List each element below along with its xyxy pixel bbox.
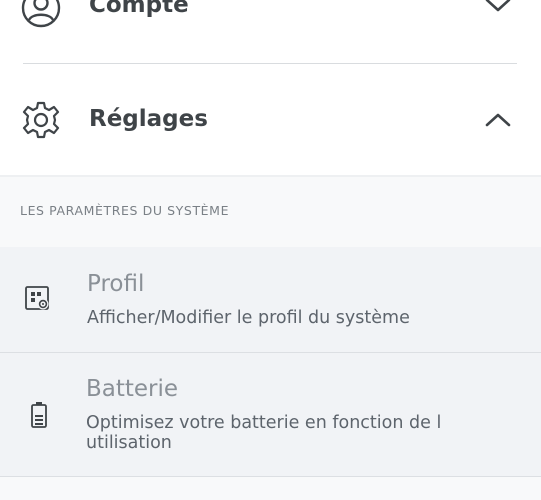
gear-icon [22, 101, 60, 139]
chevron-up-icon[interactable] [484, 111, 512, 129]
panel-bottom [0, 477, 541, 500]
battery-icon [31, 402, 47, 428]
profile-description: Afficher/Modifier le profil du système [87, 308, 410, 328]
chevron-down-icon[interactable] [484, 0, 512, 14]
menu-item-settings-label: Réglages [89, 106, 208, 132]
battery-description: Optimisez votre batterie en fonction de … [86, 413, 442, 453]
menu-item-settings[interactable] [0, 64, 541, 176]
battery-title: Batterie [86, 376, 179, 402]
settings-item-profile[interactable] [0, 247, 541, 353]
menu-item-account-label: Compte [89, 0, 189, 18]
section-title: LES PARAMÈTRES DU SYSTÈME [20, 203, 230, 218]
user-circle-icon [21, 0, 61, 28]
profile-title: Profil [87, 271, 145, 297]
profile-settings-icon [25, 286, 49, 310]
menu-item-account[interactable] [0, 0, 541, 40]
